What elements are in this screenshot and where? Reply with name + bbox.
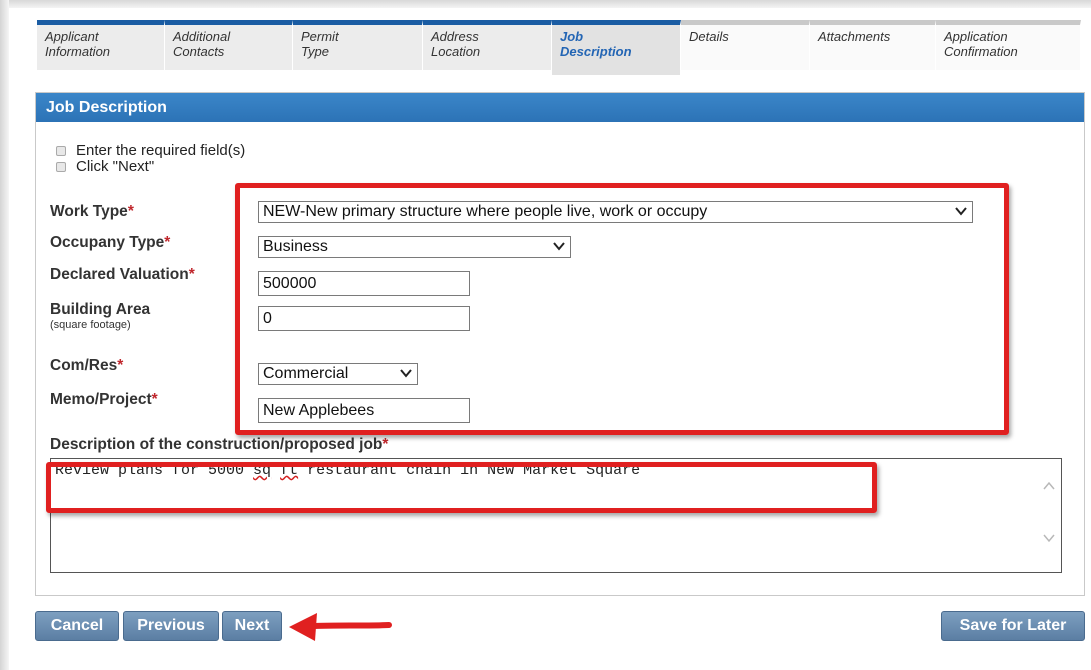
- tab-label-line1: Job: [560, 29, 584, 44]
- instruction-item: Click "Next": [56, 159, 245, 175]
- required-marker: *: [382, 436, 389, 453]
- tab-additional-contacts[interactable]: Additional Contacts: [165, 20, 293, 70]
- arrow-left-icon: [289, 613, 392, 641]
- highlight-box-fields: [235, 183, 1009, 435]
- tab-job-description[interactable]: Job Description: [552, 20, 681, 75]
- tab-application-confirmation[interactable]: Application Confirmation: [936, 20, 1081, 70]
- label-text: Com/Res: [50, 357, 118, 374]
- tab-label-line1: Address: [431, 29, 479, 44]
- building-area-label: Building Area (square footage): [50, 301, 150, 331]
- tab-label-line2: Description: [560, 44, 632, 59]
- tab-attachments[interactable]: Attachments: [810, 20, 936, 70]
- scroll-down-icon[interactable]: [1043, 533, 1055, 543]
- label-text: Description of the construction/proposed…: [50, 436, 383, 453]
- description-label: Description of the construction/proposed…: [50, 436, 388, 454]
- label-subtext: (square footage): [50, 319, 131, 331]
- tab-label-line1: Applicant: [45, 29, 99, 44]
- tab-label-line2: Location: [431, 44, 481, 59]
- tab-applicant-information[interactable]: Applicant Information: [37, 20, 165, 70]
- tab-label-line1: Attachments: [818, 29, 891, 44]
- label-text: Declared Valuation: [50, 266, 189, 283]
- bullet-icon: [56, 162, 66, 172]
- tab-address-location[interactable]: Address Location: [423, 20, 552, 70]
- instruction-text: Click "Next": [76, 158, 155, 175]
- instruction-text: Enter the required field(s): [76, 142, 246, 159]
- instruction-item: Enter the required field(s): [56, 143, 245, 159]
- page: Applicant Information Additional Contact…: [9, 8, 1091, 670]
- panel-title: Job Description: [36, 93, 1084, 122]
- cancel-button[interactable]: Cancel: [35, 611, 119, 641]
- label-text: Memo/Project: [50, 391, 152, 408]
- com-res-label: Com/Res*: [50, 357, 123, 375]
- tab-label-line2: Information: [45, 44, 111, 59]
- tab-details[interactable]: Details: [681, 20, 810, 70]
- required-marker: *: [188, 266, 195, 283]
- tab-label-line2: Contacts: [173, 44, 225, 59]
- step-tabs: Applicant Information Additional Contact…: [37, 20, 1081, 82]
- tab-label-line1: Application: [944, 29, 1008, 44]
- tab-label-line2: Confirmation: [944, 44, 1018, 59]
- instructions: Enter the required field(s) Click "Next": [56, 143, 245, 175]
- next-button[interactable]: Next: [222, 611, 282, 641]
- declared-valuation-label: Declared Valuation*: [50, 266, 195, 284]
- scroll-up-icon[interactable]: [1043, 481, 1055, 491]
- label-text: Occupany Type: [50, 234, 165, 251]
- tab-permit-type[interactable]: Permit Type: [293, 20, 423, 70]
- occupancy-type-label: Occupany Type*: [50, 234, 170, 252]
- tab-label-line2: Type: [301, 44, 329, 59]
- highlight-box-description: [46, 462, 877, 513]
- required-marker: *: [127, 203, 134, 220]
- required-marker: *: [117, 357, 124, 374]
- save-for-later-button[interactable]: Save for Later: [941, 611, 1085, 641]
- work-type-label: Work Type*: [50, 203, 134, 221]
- required-marker: *: [151, 391, 158, 408]
- required-marker: *: [164, 234, 171, 251]
- label-text: Work Type: [50, 203, 128, 220]
- tab-label-line1: Permit: [301, 29, 339, 44]
- tab-label-line1: Additional: [173, 29, 231, 44]
- previous-button[interactable]: Previous: [123, 611, 219, 641]
- tab-label-line1: Details: [689, 29, 729, 44]
- window-left-border: [0, 0, 9, 670]
- label-text: Building Area: [50, 301, 151, 318]
- memo-project-label: Memo/Project*: [50, 391, 158, 409]
- window-top-border: [0, 0, 1091, 8]
- bullet-icon: [56, 146, 66, 156]
